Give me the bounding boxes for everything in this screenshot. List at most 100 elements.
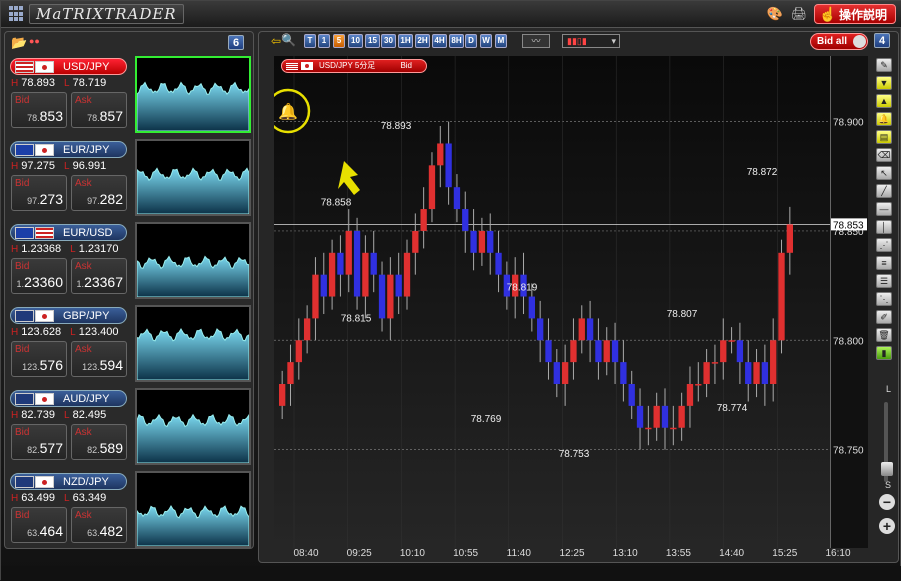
bid-button[interactable]: Bid 1.23360 bbox=[11, 258, 67, 294]
time-tick: 08:40 bbox=[293, 548, 319, 559]
chart-count-badge[interactable]: 4 bbox=[874, 33, 890, 48]
ask-main: 857 bbox=[99, 108, 123, 124]
fan-icon[interactable]: ⋱ bbox=[876, 292, 892, 306]
timeframe-button-8h[interactable]: 8H bbox=[449, 34, 464, 48]
watchlist-row[interactable]: USD/JPY H 78.893 L 78.719 Bid 78.853 Ask… bbox=[8, 56, 252, 136]
folder-icon[interactable]: 📂 bbox=[11, 35, 27, 51]
trash-icon[interactable]: 🗑 bbox=[876, 328, 892, 342]
pair-tab[interactable]: NZD/JPY bbox=[10, 473, 127, 490]
timeframe-button-1[interactable]: 1 bbox=[318, 34, 330, 48]
mini-chart[interactable] bbox=[135, 471, 251, 548]
ask-button[interactable]: Ask 78.857 bbox=[71, 92, 127, 128]
price-annotation: 78.769 bbox=[471, 414, 502, 425]
ask-button[interactable]: Ask 1.23367 bbox=[71, 258, 127, 294]
sparkline bbox=[136, 328, 250, 381]
pair-tab[interactable]: AUD/JPY bbox=[10, 390, 127, 407]
candle-body bbox=[545, 340, 552, 363]
bid-prefix: 78. bbox=[27, 113, 40, 123]
bid-button[interactable]: Bid 63.464 bbox=[11, 507, 67, 543]
candle-body bbox=[745, 362, 752, 384]
ask-button[interactable]: Ask 82.589 bbox=[71, 424, 127, 460]
candle-body bbox=[470, 230, 477, 253]
print-icon[interactable]: 🖨 bbox=[790, 5, 808, 23]
bid-button[interactable]: Bid 82.577 bbox=[11, 424, 67, 460]
time-tick: 12:25 bbox=[559, 548, 585, 559]
save-chart-icon[interactable]: ▮ bbox=[876, 346, 892, 360]
fibonacci-icon[interactable]: ⋰ bbox=[876, 238, 892, 252]
line-chart-icon[interactable]: 〰 bbox=[522, 34, 550, 48]
retracement-icon[interactable]: ☰ bbox=[876, 274, 892, 288]
alert-up-icon[interactable]: ▲ bbox=[876, 94, 892, 108]
bid-button[interactable]: Bid 123.576 bbox=[11, 341, 67, 377]
vertical-line-icon[interactable]: │ bbox=[876, 220, 892, 234]
chart-plot-area[interactable]: 78.893 78.858 78.815 78.819 78.769 78.753 78.8… bbox=[274, 56, 830, 548]
low-value: 63.349 bbox=[72, 492, 107, 504]
timeframe-button-t[interactable]: T bbox=[304, 34, 316, 48]
watchlist-count-badge[interactable]: 6 bbox=[228, 35, 244, 50]
zoom-arrow-icon[interactable]: ⇦ bbox=[271, 34, 281, 48]
candle-body bbox=[328, 252, 336, 297]
alert-down-icon[interactable]: ▼ bbox=[876, 76, 892, 90]
pair-tab[interactable]: GBP/JPY bbox=[10, 307, 127, 324]
chart-pair-label[interactable]: USD/JPY 5分足 Bid bbox=[281, 59, 427, 73]
mini-chart[interactable] bbox=[135, 222, 251, 299]
low-label: L bbox=[70, 244, 76, 255]
ask-button[interactable]: Ask 123.594 bbox=[71, 341, 127, 377]
zoom-slider-knob[interactable] bbox=[881, 462, 893, 476]
timeframe-button-2h[interactable]: 2H bbox=[415, 34, 430, 48]
pointer-hand-icon: ☝ bbox=[818, 6, 837, 22]
timeframe-button-15[interactable]: 15 bbox=[365, 34, 380, 48]
pair-tab[interactable]: EUR/USD bbox=[10, 224, 127, 241]
au-flag-icon bbox=[15, 392, 34, 405]
bid-all-toggle[interactable]: Bid all bbox=[810, 33, 868, 50]
watchlist-row[interactable]: EUR/USD H 1.23368 L 1.23170 Bid 1.23360 … bbox=[8, 222, 252, 302]
pointer-tool-icon[interactable]: ↖ bbox=[876, 166, 892, 180]
pair-name: NZD/JPY bbox=[63, 475, 109, 488]
ask-button[interactable]: Ask 63.482 bbox=[71, 507, 127, 543]
timeframe-button-4h[interactable]: 4H bbox=[432, 34, 447, 48]
timeframe-button-m[interactable]: M bbox=[495, 34, 507, 48]
mini-chart[interactable] bbox=[135, 388, 251, 465]
bid-label: Bid bbox=[15, 95, 30, 106]
timeframe-button-1h[interactable]: 1H bbox=[398, 34, 413, 48]
candle-body bbox=[345, 230, 352, 275]
candle-body bbox=[736, 340, 744, 363]
zoom-out-icon[interactable]: − bbox=[879, 494, 895, 510]
palette-icon[interactable]: 🎨 bbox=[766, 5, 784, 23]
pen-tool-icon[interactable]: ✎ bbox=[876, 58, 892, 72]
magnifier-icon[interactable]: 🔍 bbox=[281, 33, 296, 47]
bell-tool-icon[interactable]: 🔔 bbox=[876, 112, 892, 126]
bell-icon: 🔔 bbox=[278, 103, 298, 121]
mini-chart[interactable] bbox=[135, 305, 251, 382]
pair-tab[interactable]: EUR/JPY bbox=[10, 141, 127, 158]
brush-icon[interactable]: ✐ bbox=[876, 310, 892, 324]
timeframe-button-10[interactable]: 10 bbox=[348, 34, 363, 48]
mini-chart[interactable] bbox=[135, 56, 251, 133]
ask-price: 123.594 bbox=[82, 357, 123, 373]
candle-type-dropdown[interactable]: ▮▮▯▮ ▾ bbox=[562, 34, 620, 48]
ask-prefix: 1. bbox=[76, 279, 85, 289]
bid-button[interactable]: Bid 97.273 bbox=[11, 175, 67, 211]
ask-button[interactable]: Ask 97.282 bbox=[71, 175, 127, 211]
pair-tab[interactable]: USD/JPY bbox=[10, 58, 127, 75]
bid-label: Bid bbox=[15, 427, 30, 438]
bid-button[interactable]: Bid 78.853 bbox=[11, 92, 67, 128]
candle-body bbox=[478, 230, 486, 253]
trendline-icon[interactable]: ╱ bbox=[876, 184, 892, 198]
timeframe-button-5[interactable]: 5 bbox=[333, 34, 345, 48]
watchlist-row[interactable]: AUD/JPY H 82.739 L 82.495 Bid 82.577 Ask… bbox=[8, 388, 252, 468]
timeframe-button-w[interactable]: W bbox=[480, 34, 492, 48]
watchlist-row[interactable]: NZD/JPY H 63.499 L 63.349 Bid 63.464 Ask… bbox=[8, 471, 252, 551]
watchlist-row[interactable]: EUR/JPY H 97.275 L 96.991 Bid 97.273 Ask… bbox=[8, 139, 252, 219]
help-button[interactable]: ☝ 操作説明 bbox=[813, 4, 896, 24]
channel-icon[interactable]: ≡ bbox=[876, 256, 892, 270]
chart-settings-icon[interactable]: ▤ bbox=[876, 130, 892, 144]
zoom-in-icon[interactable]: + bbox=[879, 518, 895, 534]
watchlist-row[interactable]: GBP/JPY H 123.628 L 123.400 Bid 123.576 … bbox=[8, 305, 252, 385]
eraser-icon[interactable]: ⌫ bbox=[876, 148, 892, 162]
mini-chart[interactable] bbox=[135, 139, 251, 216]
horizontal-line-icon[interactable]: — bbox=[876, 202, 892, 216]
sparkline-area bbox=[136, 167, 250, 215]
timeframe-button-30[interactable]: 30 bbox=[381, 34, 396, 48]
timeframe-button-d[interactable]: D bbox=[465, 34, 477, 48]
